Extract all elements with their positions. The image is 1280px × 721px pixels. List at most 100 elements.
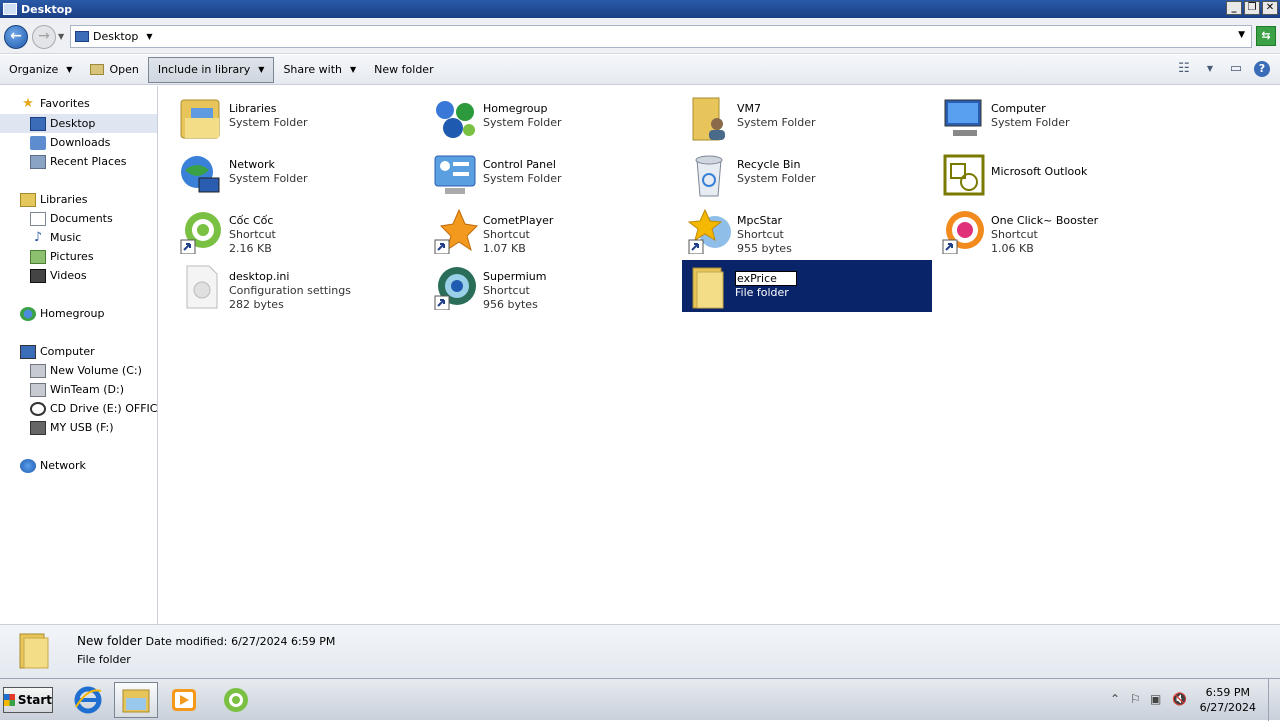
nav-music[interactable]: ♪ Music <box>30 228 81 247</box>
cd-drive-icon <box>30 401 46 416</box>
taskbar-coccoc[interactable] <box>214 682 258 718</box>
network-icon <box>181 156 220 193</box>
file-list[interactable]: Libraries System Folder Homegroup System… <box>159 86 1280 624</box>
item-type: Shortcut <box>991 228 1038 241</box>
nav-drive-d[interactable]: WinTeam (D:) <box>30 380 124 399</box>
nav-label: MY USB (F:) <box>50 421 114 434</box>
address-bar[interactable]: Desktop ▼ ▼ <box>70 25 1252 48</box>
chevron-down-icon[interactable]: ▼ <box>1202 61 1218 77</box>
include-in-library-label: Include in library <box>157 63 251 76</box>
refresh-button[interactable]: ⇆ <box>1256 26 1276 46</box>
back-button[interactable]: ← <box>4 25 28 49</box>
taskbar-media-player[interactable] <box>162 682 206 718</box>
nav-homegroup[interactable]: Homegroup <box>20 304 104 323</box>
item-name: CometPlayer <box>483 214 554 227</box>
forward-button[interactable]: → <box>32 25 56 49</box>
item-cometplayer[interactable]: CometPlayer Shortcut 1.07 KB <box>413 204 663 256</box>
volume-muted-icon[interactable]: 🔇 <box>1172 692 1187 706</box>
folder-icon <box>19 633 49 669</box>
star-icon: ★ <box>22 95 34 111</box>
hard-drive-icon <box>30 363 46 378</box>
nav-desktop[interactable]: Desktop <box>0 114 157 133</box>
item-coccoc[interactable]: Cốc Cốc Shortcut 2.16 KB <box>159 204 409 256</box>
details-date-label: Date modified: <box>145 635 228 648</box>
homegroup-icon <box>20 306 36 321</box>
nav-favorites[interactable]: ★ Favorites <box>20 94 90 113</box>
documents-icon <box>30 211 46 226</box>
network-status-icon[interactable]: ▣ <box>1150 692 1161 706</box>
organize-button[interactable]: Organize ▼ <box>0 57 81 83</box>
chevron-down-icon: ▼ <box>258 65 265 74</box>
recent-pages-dropdown[interactable]: ▼ <box>58 32 64 41</box>
address-row: ← → ▼ Desktop ▼ ▼ ⇆ <box>0 18 1280 54</box>
command-bar: Organize ▼ Open Include in library ▼ Sha… <box>0 55 1280 85</box>
item-size: 2.16 KB <box>229 242 272 255</box>
item-new-folder-renaming[interactable]: exPrice File folder <box>682 260 932 312</box>
start-button[interactable]: Start <box>3 687 53 713</box>
change-view-icon[interactable]: ☷ <box>1176 61 1192 77</box>
address-history-dropdown[interactable]: ▼ <box>1238 30 1245 40</box>
help-icon[interactable]: ? <box>1254 61 1270 77</box>
internet-explorer-icon <box>74 686 102 714</box>
item-mpcstar[interactable]: MpcStar Shortcut 955 bytes <box>667 204 917 256</box>
nav-drive-e[interactable]: CD Drive (E:) OFFICE2 <box>30 399 157 418</box>
minimize-button[interactable]: _ <box>1226 1 1242 15</box>
item-type: Shortcut <box>483 228 530 241</box>
item-recycle-bin[interactable]: Recycle Bin System Folder <box>667 148 917 200</box>
taskbar-internet-explorer[interactable] <box>66 682 110 718</box>
rename-input[interactable]: exPrice <box>735 271 797 286</box>
windows-logo-icon <box>4 694 15 706</box>
nav-label: Network <box>40 459 86 472</box>
new-folder-button[interactable]: New folder <box>365 57 442 83</box>
nav-recent-places[interactable]: Recent Places <box>30 152 127 171</box>
nav-drive-c[interactable]: New Volume (C:) <box>30 361 142 380</box>
control-panel-icon <box>434 155 476 194</box>
item-name: Supermium <box>483 270 547 283</box>
nav-documents[interactable]: Documents <box>30 209 113 228</box>
item-control-panel[interactable]: Control Panel System Folder <box>413 148 663 200</box>
item-libraries[interactable]: Libraries System Folder <box>159 92 409 144</box>
item-vm7[interactable]: VM7 System Folder <box>667 92 917 144</box>
share-with-button[interactable]: Share with ▼ <box>274 57 365 83</box>
nav-drive-f[interactable]: MY USB (F:) <box>30 418 114 437</box>
include-in-library-button[interactable]: Include in library ▼ <box>147 56 275 83</box>
address-path[interactable]: Desktop <box>93 30 138 43</box>
item-one-click-booster[interactable]: One Click~ Booster Shortcut 1.06 KB <box>921 204 1171 256</box>
libraries-icon <box>20 192 36 207</box>
item-supermium[interactable]: Supermium Shortcut 956 bytes <box>413 260 663 312</box>
restore-button[interactable]: ❐ <box>1244 1 1260 15</box>
nav-videos[interactable]: Videos <box>30 266 87 285</box>
open-button[interactable]: Open <box>81 57 147 83</box>
item-microsoft-outlook[interactable]: Microsoft Outlook <box>921 148 1171 200</box>
nav-computer[interactable]: Computer <box>20 342 95 361</box>
chevron-down-icon: ▼ <box>350 65 357 74</box>
item-homegroup[interactable]: Homegroup System Folder <box>413 92 663 144</box>
show-hidden-icons-icon[interactable]: ⌃ <box>1110 692 1120 706</box>
nav-pictures[interactable]: Pictures <box>30 247 94 266</box>
start-label: Start <box>17 693 52 707</box>
taskbar-windows-explorer[interactable] <box>114 682 158 718</box>
preview-pane-icon[interactable]: ▭ <box>1228 61 1244 77</box>
homegroup-icon <box>436 101 475 138</box>
item-type: System Folder <box>737 172 816 185</box>
item-type: System Folder <box>483 116 562 129</box>
nav-downloads[interactable]: Downloads <box>30 133 110 152</box>
title-bar[interactable]: Desktop _ ❐ ✕ <box>0 0 1280 18</box>
close-button[interactable]: ✕ <box>1262 1 1278 15</box>
show-desktop-button[interactable] <box>1268 679 1280 721</box>
item-computer[interactable]: Computer System Folder <box>921 92 1171 144</box>
nav-libraries[interactable]: Libraries <box>20 190 88 209</box>
folder-icon <box>122 689 150 713</box>
chevron-down-icon[interactable]: ▼ <box>146 32 152 41</box>
item-type: Configuration settings <box>229 284 351 297</box>
settings-file-icon <box>186 265 218 309</box>
item-name: MpcStar <box>737 214 783 227</box>
item-network[interactable]: Network System Folder <box>159 148 409 200</box>
coccoc-icon <box>180 212 221 254</box>
item-desktop-ini[interactable]: desktop.ini Configuration settings 282 b… <box>159 260 409 312</box>
action-center-flag-icon[interactable]: ⚐ <box>1130 692 1141 706</box>
nav-label: Libraries <box>40 193 88 206</box>
nav-label: Videos <box>50 269 87 282</box>
nav-network[interactable]: Network <box>20 456 86 475</box>
clock[interactable]: 6:59 PM 6/27/2024 <box>1200 685 1256 715</box>
